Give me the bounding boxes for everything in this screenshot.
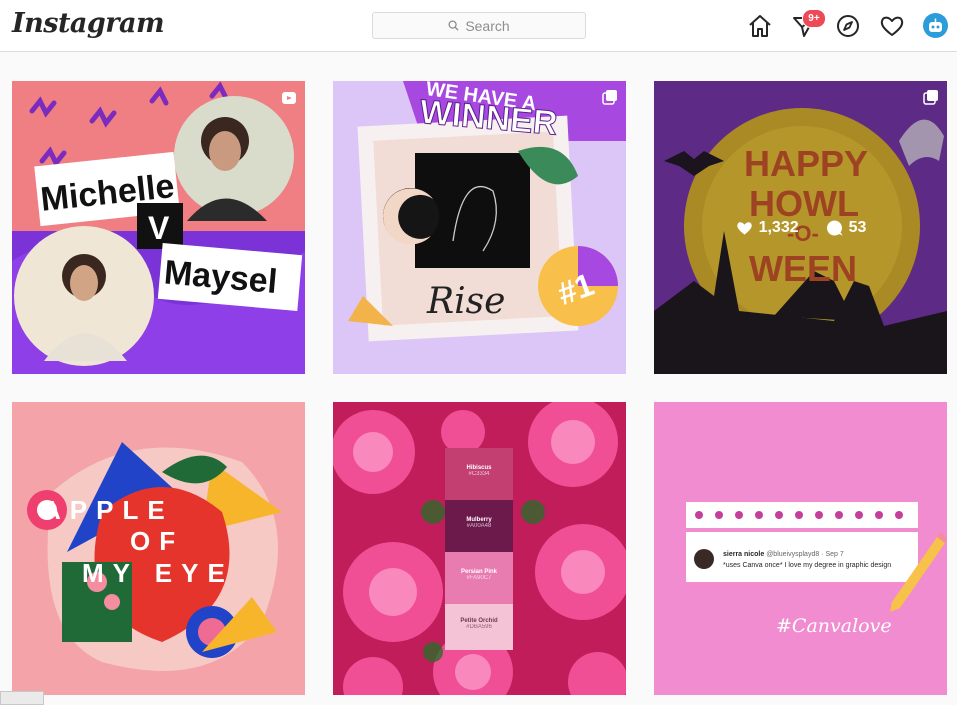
- top-bar: Instagram Search 9+: [0, 0, 957, 52]
- post-tile-3[interactable]: HAPPY HOWL -O- WEEN 1,332 53: [654, 81, 947, 374]
- post-tile-2[interactable]: WE HAVE A WINNER Rise #1: [333, 81, 626, 374]
- tweet-handle: @blueivysplayd8 · Sep 7: [766, 551, 844, 558]
- video-post-icon: [282, 92, 296, 104]
- search-placeholder: Search: [465, 17, 510, 34]
- home-icon[interactable]: [747, 13, 773, 39]
- tweet-header: sierra nicole @blueivysplayd8 · Sep 7: [723, 551, 844, 558]
- swatch-4-code: #DBA596: [466, 624, 492, 630]
- comments-value: 53: [848, 218, 867, 236]
- swatch-3-code: #FA90C7: [466, 575, 492, 581]
- post-4-line2: OF: [130, 526, 184, 556]
- activity-heart-icon[interactable]: [879, 13, 905, 39]
- post-5-artwork: [333, 402, 626, 695]
- post-tile-4[interactable]: APPLE OF MY EYE: [12, 402, 305, 695]
- post-3-hover-stats: 1,332 53: [654, 81, 947, 374]
- post-1-vs: V: [148, 210, 170, 246]
- swatch-2: Mulberry #A00A48: [445, 500, 513, 529]
- post-4-artwork: APPLE OF MY EYE: [12, 402, 305, 695]
- likes-count: 1,332: [735, 219, 799, 237]
- status-tooltip: [0, 691, 44, 705]
- explore-icon[interactable]: [835, 13, 861, 39]
- comments-count: 53: [825, 218, 867, 237]
- likes-value: 1,332: [758, 218, 799, 236]
- tweet-author: sierra nicole: [723, 551, 765, 558]
- comment-icon: [826, 220, 843, 235]
- post-tile-1[interactable]: Michelle V Maysel: [12, 81, 305, 374]
- heart-icon: [736, 222, 752, 235]
- post-2-caption: Rise: [426, 281, 505, 322]
- carousel-post-icon: [602, 90, 617, 105]
- swatch-1-code: #C3334: [468, 471, 490, 477]
- search-icon: [448, 20, 459, 31]
- swatch-1: Hibiscus #C3334: [445, 448, 513, 477]
- post-4-line3: MY EYE: [82, 558, 234, 588]
- post-1-artwork: Michelle V Maysel: [12, 81, 305, 374]
- profile-avatar[interactable]: [923, 13, 948, 38]
- post-6-artwork: [654, 402, 947, 695]
- instagram-logo[interactable]: Instagram: [12, 8, 165, 39]
- search-box[interactable]: Search: [372, 12, 586, 39]
- post-6-hashtag: #Canvalove: [776, 615, 892, 637]
- post-tile-6[interactable]: sierra nicole @blueivysplayd8 · Sep 7 *u…: [654, 402, 947, 695]
- post-tile-5[interactable]: Hibiscus #C3334 Mulberry #A00A48 Persian…: [333, 402, 626, 695]
- notification-badge: 9+: [802, 9, 826, 28]
- swatch-3: Persian Pink #FA90C7: [445, 552, 513, 581]
- tweet-text: *uses Canva once* I love my degree in gr…: [723, 562, 892, 569]
- post-2-artwork: WE HAVE A WINNER Rise #1: [333, 81, 626, 374]
- swatch-2-code: #A00A48: [466, 523, 492, 529]
- robot-icon: [929, 18, 942, 32]
- post-4-line1: APPLE: [42, 495, 174, 525]
- swatch-4: Petite Orchid #DBA596: [445, 604, 513, 630]
